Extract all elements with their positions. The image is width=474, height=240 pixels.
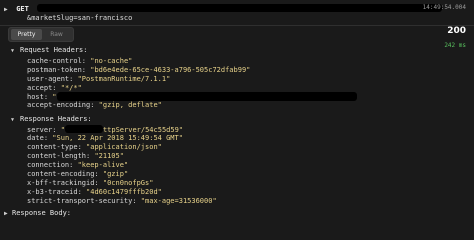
request-timestamp: 14:49:54.004 <box>422 4 466 11</box>
header-key: host: <box>27 93 49 101</box>
chevron-right-icon[interactable]: ▶ <box>4 6 12 13</box>
header-value: "Sun, 22 Apr 2018 15:49:54 GMT" <box>52 134 183 142</box>
divider <box>0 25 474 26</box>
header-key: x-bff-trackingid: <box>27 179 99 187</box>
redacted-host <box>56 92 357 101</box>
header-value: "21105" <box>94 152 124 160</box>
header-value: "max-age=31536000" <box>140 197 217 205</box>
header-key: content-encoding: <box>27 170 99 178</box>
request-header-row: accept-encoding: "gzip, deflate" <box>27 101 162 109</box>
caret-down-icon: ▼ <box>11 117 15 123</box>
request-headers-label: Request Headers: <box>20 46 88 54</box>
request-header-row: host: " <box>27 92 357 101</box>
header-value: "4d60c1479fffb20d" <box>86 188 162 196</box>
response-header-row: x-bff-trackingid: "0cn0nofpGs" <box>27 179 153 187</box>
request-header-row: user-agent: "PostmanRuntime/7.1.1" <box>27 75 170 83</box>
request-headers-toggle[interactable]: ▼ Request Headers: <box>11 46 87 54</box>
header-key: postman-token: <box>27 66 87 74</box>
header-key: strict-transport-security: <box>27 197 137 205</box>
header-value: "application/json" <box>86 143 162 151</box>
header-key: user-agent: <box>27 75 74 83</box>
request-header-row: postman-token: "bd6e4ede-65ce-4633-a796-… <box>27 66 250 74</box>
header-key: content-type: <box>27 143 82 151</box>
request-header-row: cache-control: "no-cache" <box>27 57 132 65</box>
view-tabs: Pretty Raw <box>8 27 74 42</box>
redacted-server <box>64 125 103 133</box>
response-body-toggle[interactable]: ▶ Response Body: <box>4 209 71 217</box>
header-key: date: <box>27 134 49 142</box>
header-value: " <box>52 93 57 101</box>
postman-console-log: ▶ GET 14:49:54.004 &marketSlug=san-franc… <box>0 0 474 221</box>
response-headers-label: Response Headers: <box>20 115 92 123</box>
response-header-row: content-type: "application/json" <box>27 143 162 151</box>
tab-raw[interactable]: Raw <box>42 29 71 40</box>
header-key: content-length: <box>27 152 91 160</box>
header-key: connection: <box>27 161 74 169</box>
header-value: "bd6e4ede-65ce-4633-a796-505c72dfab99" <box>90 66 251 74</box>
header-value: "gzip, deflate" <box>98 101 162 109</box>
response-headers-toggle[interactable]: ▼ Response Headers: <box>11 115 92 123</box>
response-header-row: server: " ttpServer/54c55d59" <box>27 125 183 134</box>
header-value: "no-cache" <box>90 57 133 65</box>
header-key: accept: <box>27 84 57 92</box>
header-value: "PostmanRuntime/7.1.1" <box>77 75 171 83</box>
header-key: server: <box>27 126 57 134</box>
caret-down-icon: ▼ <box>11 48 15 54</box>
response-header-row: x-b3-traceid: "4d60c1479fffb20d" <box>27 188 162 196</box>
status-code: 200 <box>447 26 466 36</box>
response-header-row: strict-transport-security: "max-age=3153… <box>27 197 217 205</box>
response-body-label: Response Body: <box>12 209 72 217</box>
request-summary-row[interactable]: ▶ GET <box>4 4 443 13</box>
url-continuation: &marketSlug=san-francisco <box>27 14 133 22</box>
response-duration: 242 ms <box>444 42 466 49</box>
http-method: GET <box>16 5 29 13</box>
response-header-row: content-encoding: "gzip" <box>27 170 128 178</box>
header-value: "gzip" <box>102 170 129 178</box>
response-header-row: content-length: "21105" <box>27 152 124 160</box>
response-header-row: date: "Sun, 22 Apr 2018 15:49:54 GMT" <box>27 134 183 142</box>
header-value: "*/*" <box>60 84 82 92</box>
tab-pretty[interactable]: Pretty <box>11 29 42 40</box>
header-value-suffix: ttpServer/54c55d59" <box>102 126 184 134</box>
chevron-right-icon: ▶ <box>4 210 8 217</box>
header-key: accept-encoding: <box>27 101 95 109</box>
response-header-row: connection: "keep-alive" <box>27 161 128 169</box>
header-value: "0cn0nofpGs" <box>102 179 154 187</box>
request-header-row: accept: "*/*" <box>27 84 82 92</box>
header-key: x-b3-traceid: <box>27 188 82 196</box>
header-value: "keep-alive" <box>77 161 129 169</box>
header-key: cache-control: <box>27 57 87 65</box>
redacted-url <box>37 4 443 12</box>
